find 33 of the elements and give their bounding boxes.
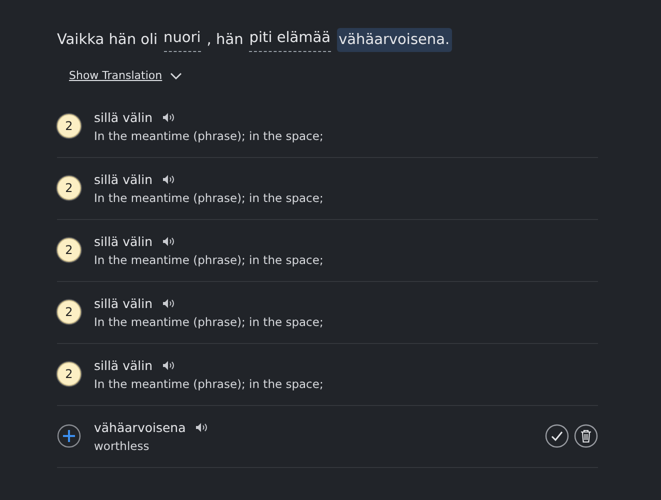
word-term: vähäarvoisena (94, 420, 186, 434)
sentence-word[interactable]: nuori (164, 28, 201, 52)
speaker-icon[interactable] (162, 112, 174, 122)
level-badge[interactable]: 2 (57, 114, 81, 138)
sentence-word[interactable]: piti elämää (249, 28, 331, 52)
speaker-icon[interactable] (162, 174, 174, 184)
chevron-icon[interactable] (170, 72, 182, 80)
word-term: sillä välin (94, 296, 152, 310)
speaker-icon[interactable] (162, 236, 174, 246)
word-meaning: In the meantime (phrase); in the space; (94, 128, 324, 142)
trash-icon[interactable] (574, 424, 598, 448)
word-meaning: In the meantime (phrase); in the space; (94, 252, 324, 266)
highlighted-word[interactable]: vähäarvoisena. (336, 28, 452, 52)
level-badge[interactable]: 2 (57, 238, 81, 262)
word-meaning: worthless (94, 438, 150, 452)
sentence-text: , hän (206, 31, 244, 50)
check-icon[interactable] (545, 424, 569, 448)
word-meaning: In the meantime (phrase); in the space; (94, 190, 324, 204)
add-icon[interactable] (57, 424, 81, 448)
show-translation-link[interactable]: Show Translation (69, 69, 162, 82)
word-meaning: In the meantime (phrase); in the space; (94, 376, 324, 390)
word-term: sillä välin (94, 234, 152, 248)
speaker-icon[interactable] (194, 422, 208, 432)
level-badge[interactable]: 2 (57, 300, 81, 324)
level-badge[interactable]: 2 (57, 176, 81, 200)
speaker-icon[interactable] (162, 360, 174, 370)
word-term: sillä välin (94, 110, 152, 124)
sentence-text: Vaikka hän oli (57, 31, 158, 50)
word-meaning: In the meantime (phrase); in the space; (94, 314, 324, 328)
word-term: sillä välin (94, 358, 152, 372)
speaker-icon[interactable] (162, 298, 174, 308)
level-badge[interactable]: 2 (57, 362, 81, 386)
word-term: sillä välin (94, 172, 152, 186)
